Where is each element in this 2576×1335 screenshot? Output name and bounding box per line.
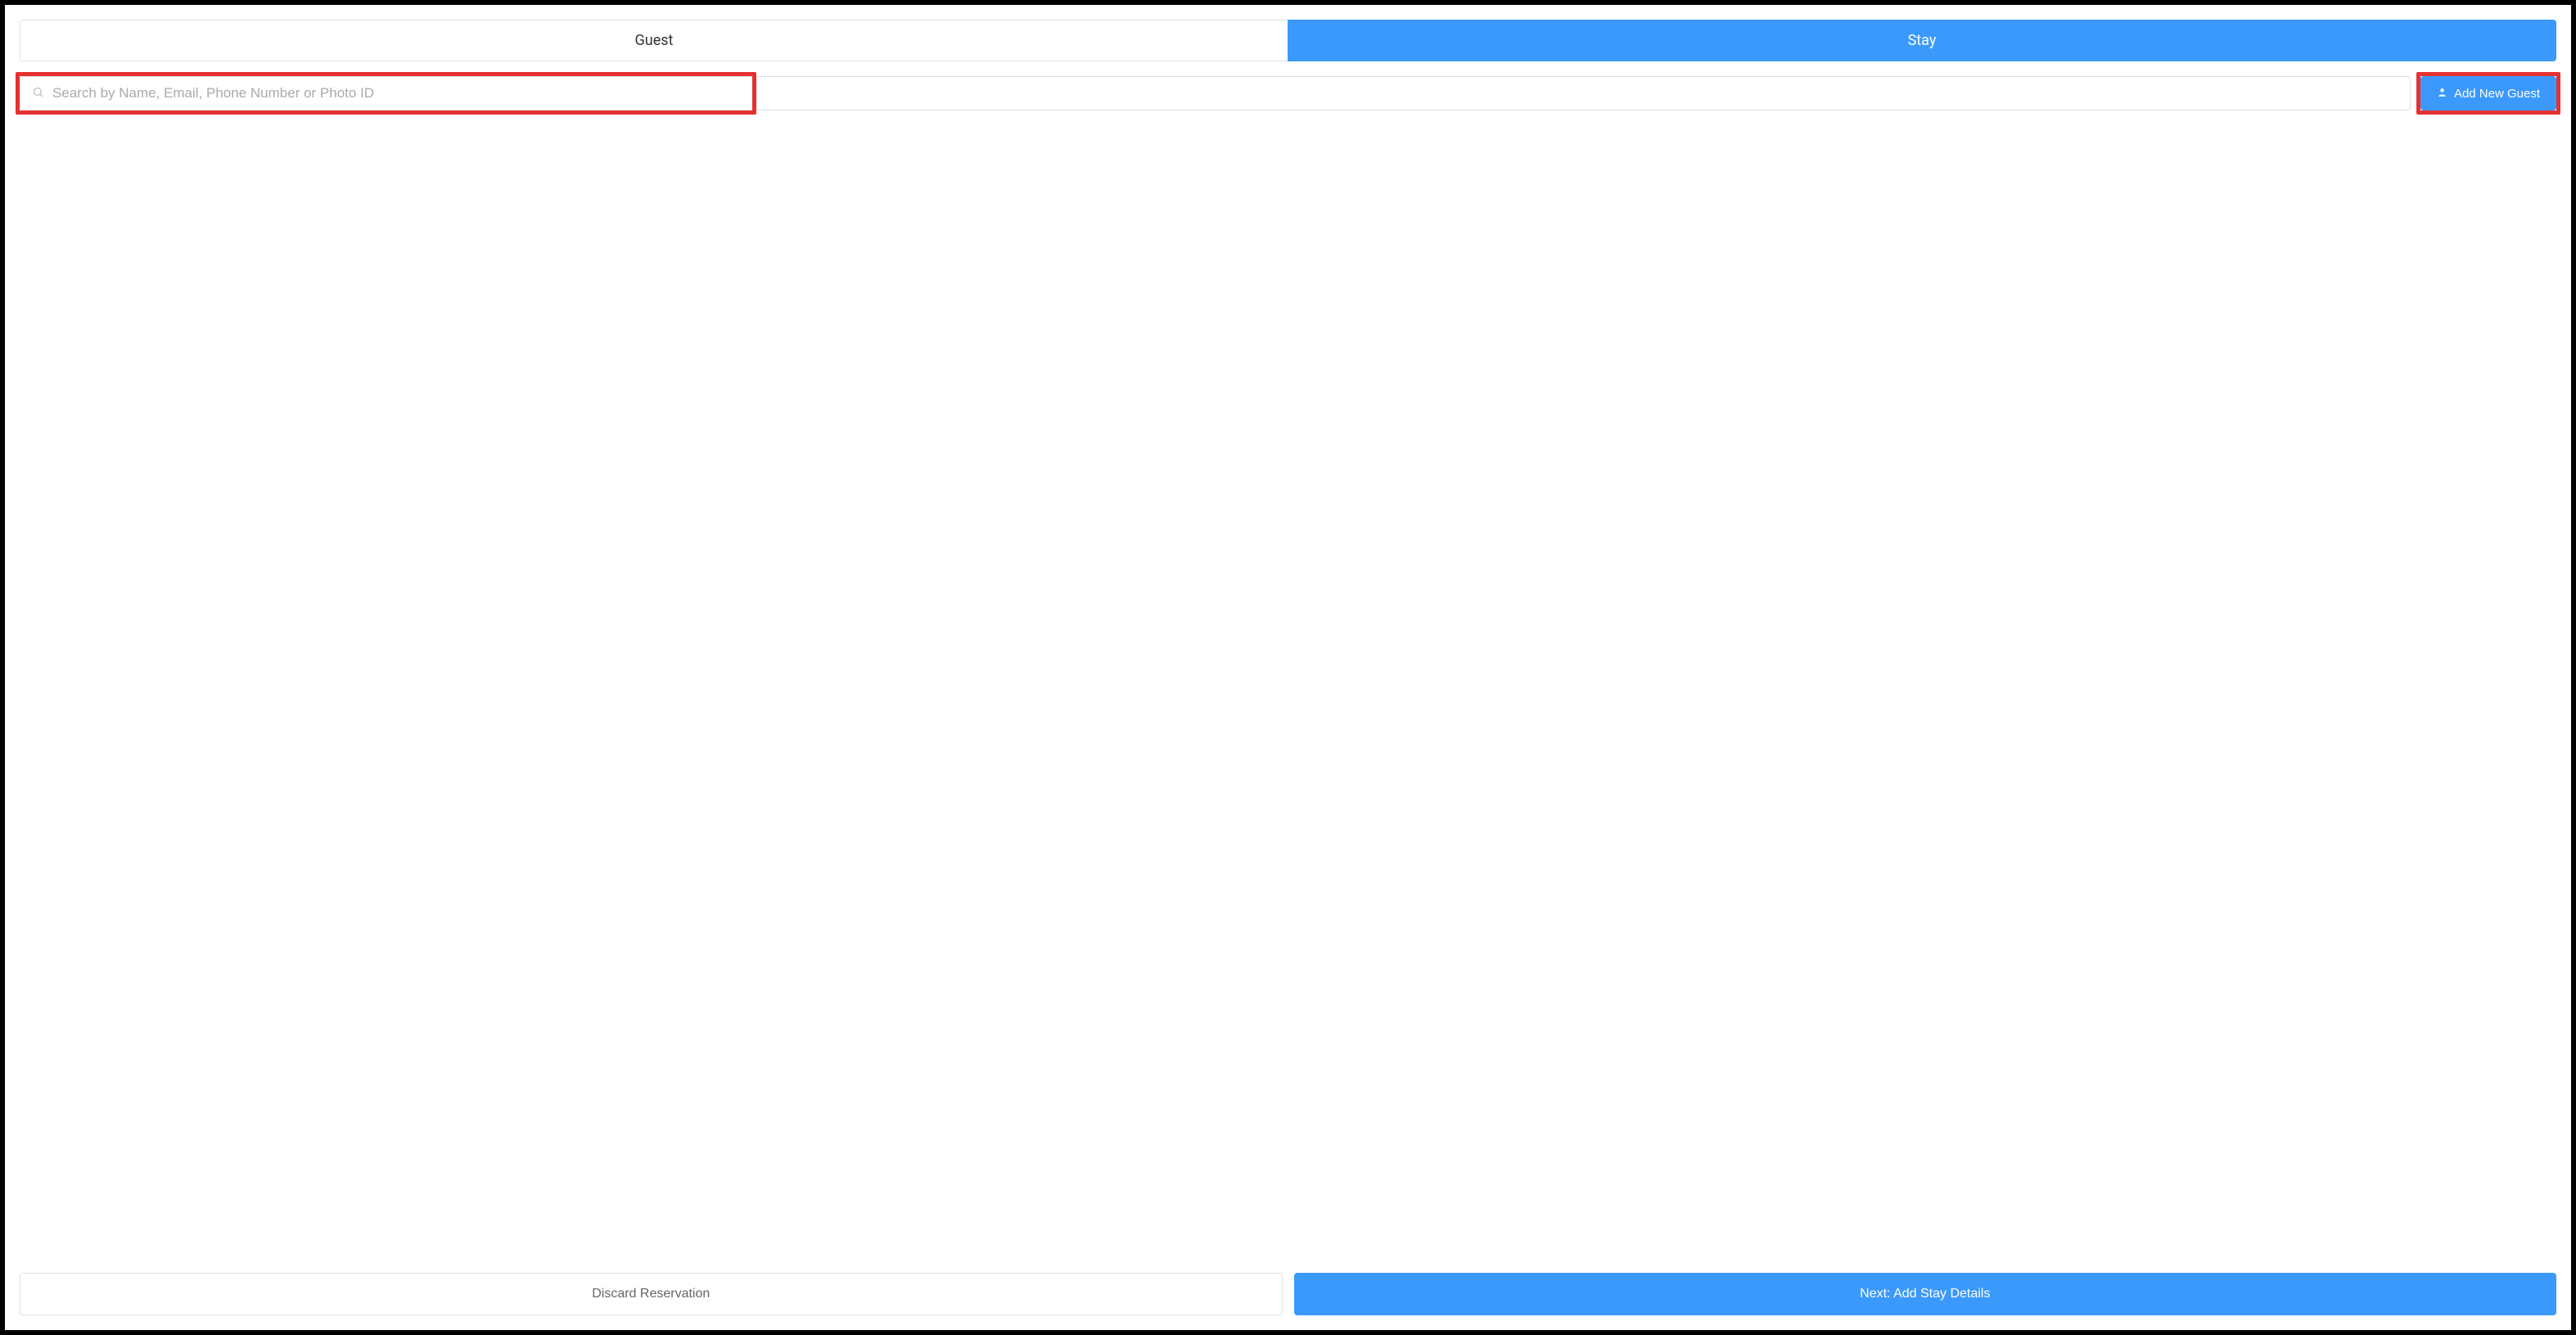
content-area [20, 110, 2556, 1273]
search-box[interactable] [20, 76, 2411, 110]
add-new-guest-button[interactable]: Add New Guest [2420, 76, 2556, 110]
footer-actions: Discard Reservation Next: Add Stay Detai… [20, 1273, 2556, 1315]
reservation-panel: Guest Stay [0, 0, 2576, 1335]
guest-search-input[interactable] [52, 85, 2398, 101]
search-icon [32, 86, 44, 101]
add-new-guest-label: Add New Guest [2454, 87, 2540, 101]
discard-reservation-button[interactable]: Discard Reservation [20, 1273, 1283, 1315]
user-icon [2437, 87, 2447, 101]
search-wrapper [20, 76, 2411, 110]
search-action-row: Add New Guest [20, 76, 2556, 110]
next-add-stay-details-button[interactable]: Next: Add Stay Details [1294, 1273, 2557, 1315]
tab-stay[interactable]: Stay [1288, 20, 2556, 61]
add-guest-wrapper: Add New Guest [2420, 76, 2556, 110]
tab-bar: Guest Stay [20, 20, 2556, 61]
tab-guest[interactable]: Guest [20, 20, 1288, 61]
